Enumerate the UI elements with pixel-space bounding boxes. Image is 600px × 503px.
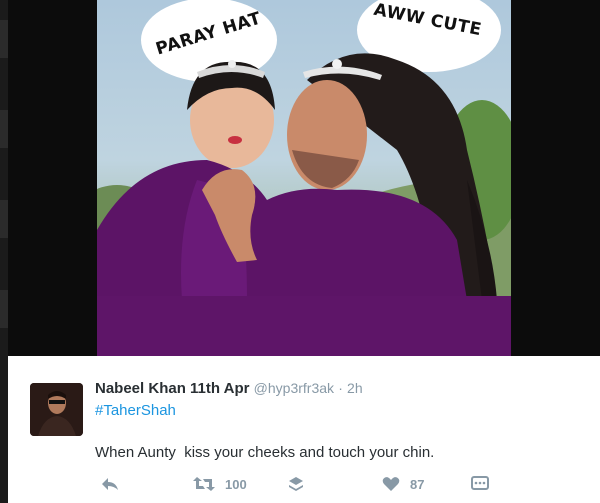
- tweet-text: When Aunty kiss your cheeks and touch yo…: [95, 444, 435, 461]
- reply-button[interactable]: [100, 476, 120, 492]
- reply-icon: [102, 478, 118, 490]
- author-name[interactable]: Nabeel Khan 11th Apr: [95, 380, 249, 397]
- left-edge-strip: [0, 0, 8, 503]
- more-button[interactable]: [471, 476, 489, 490]
- tweet-image[interactable]: PARAY HAT AWW CUTE: [97, 0, 511, 356]
- layers-icon: [289, 477, 303, 491]
- like-count: 87: [410, 476, 425, 492]
- timestamp[interactable]: 2h: [347, 380, 363, 396]
- avatar-image: [30, 383, 83, 436]
- like-button[interactable]: 87: [382, 476, 424, 492]
- tweet-card: Nabeel Khan 11th Apr @hyp3rfr3ak · 2h #T…: [8, 356, 600, 503]
- heart-icon: [382, 477, 400, 491]
- separator-dot: ·: [338, 380, 343, 396]
- avatar[interactable]: [30, 383, 83, 436]
- tweet-actions: 100 87: [95, 476, 575, 496]
- retweet-count: 100: [225, 476, 247, 492]
- layers-button[interactable]: [288, 476, 304, 494]
- tweet-header: Nabeel Khan 11th Apr @hyp3rfr3ak · 2h: [95, 380, 363, 397]
- more-icon: [471, 476, 489, 490]
- hashtag-link[interactable]: #TaherShah: [95, 402, 176, 419]
- author-handle[interactable]: @hyp3rfr3ak: [254, 380, 334, 396]
- retweet-button[interactable]: 100: [193, 476, 247, 492]
- retweet-icon: [193, 477, 215, 491]
